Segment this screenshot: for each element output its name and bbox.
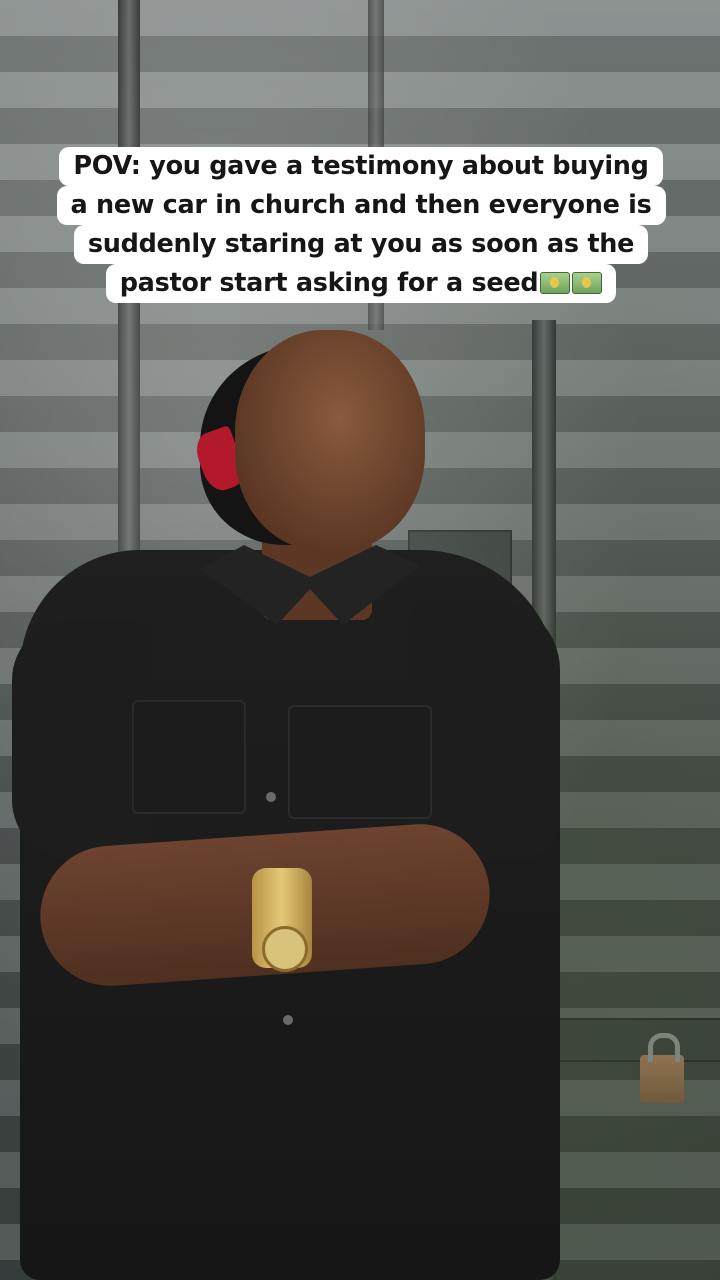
face <box>235 330 425 550</box>
shirt-pocket <box>288 705 432 819</box>
shirt-sleeve <box>410 600 560 860</box>
caption-line: a new car in church and then everyone is <box>56 186 666 225</box>
caption-overlay: POV: you gave a testimony about buying a… <box>42 147 680 303</box>
shirt-button <box>266 792 276 802</box>
caption-line: suddenly staring at you as soon as the <box>73 225 649 264</box>
shirt-button <box>283 1015 293 1025</box>
caption-line: pastor start asking for a seed <box>105 264 617 303</box>
euro-banknote-emoji <box>572 272 603 294</box>
shirt-pocket <box>132 700 246 814</box>
shirt-sleeve <box>12 620 152 860</box>
gold-wristwatch <box>252 868 312 972</box>
caption-line: POV: you gave a testimony about buying <box>59 147 663 186</box>
money-with-dollar-emoji <box>540 272 571 294</box>
